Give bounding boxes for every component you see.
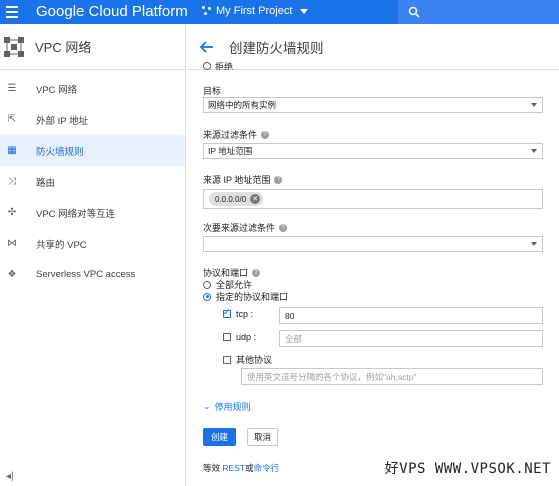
- other-protocols-placeholder: 使用英文逗号分隔的各个协议，例如"ah,sctp": [247, 371, 417, 382]
- target-label: 目标: [203, 84, 221, 97]
- tcp-checkbox[interactable]: [223, 307, 231, 318]
- tcp-port-value: 80: [285, 310, 295, 321]
- source-filter-label-text: 来源过滤条件: [203, 130, 258, 140]
- help-icon[interactable]: ?: [252, 268, 261, 277]
- target-label-text: 目标: [203, 86, 222, 96]
- chevron-down-icon: [531, 242, 537, 246]
- other-protocols-label: 其他协议: [236, 355, 273, 365]
- sidebar-item-label: 路由: [36, 177, 56, 189]
- secondary-filter-label-text: 次要来源过滤条件: [203, 223, 276, 233]
- external-ip-icon: ⇱: [7, 114, 17, 125]
- help-icon[interactable]: ?: [261, 130, 270, 139]
- sidebar-item-label: VPC 网络: [36, 84, 78, 96]
- chevron-down-icon: [531, 103, 537, 107]
- vpc-network-logo-icon: [4, 36, 24, 57]
- cancel-button[interactable]: 取消: [247, 428, 279, 446]
- close-icon[interactable]: ✕: [250, 194, 261, 204]
- chevron-down-icon: [531, 149, 537, 153]
- allow-all-radio[interactable]: [203, 280, 211, 289]
- deny-radio[interactable]: [203, 62, 211, 70]
- page-title: 创建防火墙规则: [229, 40, 324, 56]
- project-icon: [202, 6, 212, 16]
- sidebar: VPC 网络 ☰ VPC 网络 ⇱ 外部 IP 地址 ▦ 防火墙规则 ⤨ 路由 …: [0, 24, 186, 486]
- footer-prefix: 等效: [203, 463, 221, 473]
- chevron-down-icon: ⌄: [203, 401, 211, 411]
- chevron-down-icon: [300, 8, 309, 14]
- source-filter-value: IP 地址范围: [208, 146, 253, 156]
- source-filter-select[interactable]: IP 地址范围: [203, 143, 543, 159]
- udp-port-placeholder: 全部: [285, 333, 303, 344]
- specified-label: 指定的协议和端口: [216, 292, 289, 302]
- back-arrow-icon[interactable]: [199, 39, 215, 55]
- other-protocols-option[interactable]: 其他协议: [223, 353, 272, 366]
- create-button[interactable]: 创建: [203, 428, 237, 446]
- sidebar-item-label: Serverless VPC access: [36, 269, 136, 280]
- deny-option-cutoff[interactable]: 拒绝: [203, 62, 233, 70]
- source-ip-input[interactable]: 0.0.0.0/0 ✕: [203, 189, 543, 209]
- sidebar-title: VPC 网络: [35, 40, 92, 55]
- target-select[interactable]: 网络中的所有实例: [203, 97, 543, 113]
- udp-option[interactable]: udp :: [223, 332, 256, 342]
- udp-checkbox[interactable]: [223, 333, 231, 341]
- sidebar-item-external-ip[interactable]: ⇱ 外部 IP 地址: [0, 104, 185, 135]
- footer-or: 或: [245, 463, 254, 473]
- sidebar-item-label: 外部 IP 地址: [36, 115, 89, 127]
- main-content: 创建防火墙规则 拒绝 目标 网络中的所有实例 来源过滤条件 ? IP 地址范围 …: [187, 24, 559, 486]
- specified-radio[interactable]: [203, 292, 211, 301]
- sidebar-item-vpc-networks[interactable]: ☰ VPC 网络: [0, 73, 185, 104]
- tcp-label: tcp :: [236, 309, 254, 319]
- secondary-filter-select[interactable]: [203, 236, 543, 252]
- network-icon: ☰: [7, 83, 17, 94]
- routes-icon: ⤨: [8, 176, 16, 187]
- sidebar-item-shared-vpc[interactable]: ⋈ 共享的 VPC: [0, 228, 185, 259]
- tcp-port-input[interactable]: 80: [279, 307, 543, 324]
- target-value: 网络中的所有实例: [208, 100, 277, 110]
- ip-range-chip: 0.0.0.0/0 ✕: [209, 192, 264, 206]
- app-title[interactable]: Google Cloud Platform: [36, 3, 188, 20]
- top-bar: Google Cloud Platform My First Project: [0, 0, 559, 24]
- help-icon[interactable]: ?: [274, 175, 283, 184]
- sidebar-item-routes[interactable]: ⤨ 路由: [0, 166, 185, 197]
- hamburger-menu-icon[interactable]: [6, 6, 18, 18]
- command-line-link[interactable]: 命令行: [254, 463, 280, 473]
- udp-port-input[interactable]: 全部: [279, 330, 543, 347]
- equivalent-links: 等效 REST或命令行: [203, 462, 279, 474]
- sidebar-item-firewall[interactable]: ▦ 防火墙规则: [0, 135, 185, 166]
- ip-range-value: 0.0.0.0/0: [215, 194, 247, 204]
- page-header: 创建防火墙规则: [187, 24, 559, 70]
- deny-label: 拒绝: [215, 62, 234, 70]
- watermark: 好VPS WWW.VPSOK.NET: [384, 461, 551, 477]
- sidebar-item-label: VPC 网络对等互连: [36, 208, 116, 220]
- help-icon[interactable]: ?: [279, 223, 288, 232]
- serverless-icon: ❖: [7, 269, 17, 280]
- collapse-sidebar-icon[interactable]: ◂|: [6, 471, 14, 482]
- firewall-icon: ▦: [7, 145, 17, 156]
- sidebar-item-serverless[interactable]: ❖ Serverless VPC access: [0, 259, 185, 290]
- secondary-filter-label: 次要来源过滤条件 ?: [203, 221, 288, 234]
- other-protocols-input[interactable]: 使用英文逗号分隔的各个协议，例如"ah,sctp": [241, 368, 543, 385]
- search-icon: [408, 6, 420, 18]
- rest-link[interactable]: REST: [222, 463, 245, 473]
- source-ip-label-text: 来源 IP 地址范围: [203, 175, 271, 185]
- source-filter-label: 来源过滤条件 ?: [203, 128, 270, 141]
- source-ip-label: 来源 IP 地址范围 ?: [203, 173, 283, 186]
- sidebar-item-label: 共享的 VPC: [36, 239, 87, 251]
- specified-option[interactable]: 指定的协议和端口: [203, 290, 288, 303]
- project-name: My First Project: [216, 5, 293, 17]
- tcp-option[interactable]: tcp :: [223, 307, 254, 319]
- sidebar-header: VPC 网络: [0, 24, 185, 70]
- udp-label: udp :: [236, 332, 257, 342]
- disable-rule-label: 停用规则: [214, 402, 251, 412]
- sidebar-item-label: 防火墙规则: [36, 146, 84, 158]
- other-protocols-checkbox[interactable]: [223, 355, 231, 364]
- search-bar[interactable]: [398, 0, 559, 24]
- shared-vpc-icon: ⋈: [7, 238, 17, 249]
- sidebar-item-peering[interactable]: ✣ VPC 网络对等互连: [0, 197, 185, 228]
- peering-icon: ✣: [7, 207, 17, 218]
- disable-rule-toggle[interactable]: ⌄ 停用规则: [203, 400, 251, 413]
- project-selector[interactable]: My First Project: [202, 5, 309, 17]
